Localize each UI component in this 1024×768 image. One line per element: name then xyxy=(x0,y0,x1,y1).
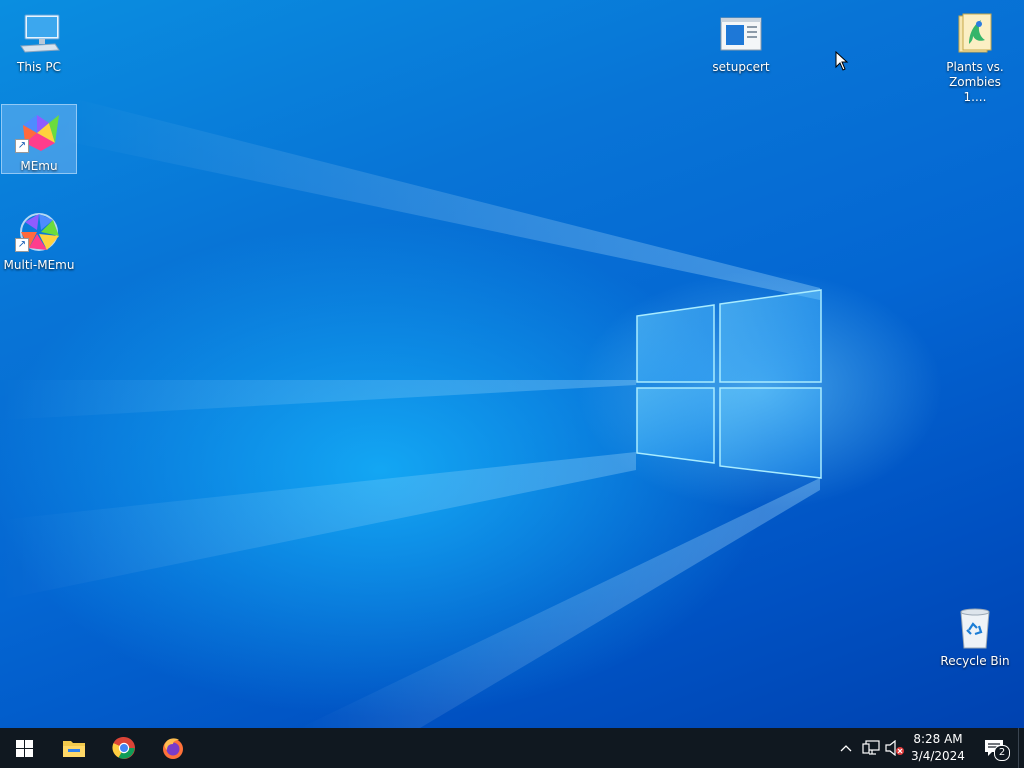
desktop-icon-label: Recycle Bin xyxy=(940,654,1010,668)
desktop-icon-label: MEmu xyxy=(20,159,58,173)
desktop-icon-label: setupcert xyxy=(712,60,770,74)
taskbar: 8:28 AM 3/4/2024 2 xyxy=(0,728,1024,768)
chrome-icon xyxy=(112,736,135,759)
notification-count-badge: 2 xyxy=(994,745,1010,761)
taskbar-file-explorer[interactable] xyxy=(50,728,98,768)
setupcert-icon xyxy=(717,10,765,58)
taskbar-firefox[interactable] xyxy=(149,728,197,768)
recycle-bin-icon xyxy=(951,604,999,652)
network-icon xyxy=(862,740,880,755)
desktop[interactable]: This PC ↗ MEmu ↗ Multi-MEmu setupcert Pl… xyxy=(0,0,1024,728)
action-center-button[interactable]: 2 xyxy=(978,728,1012,768)
multi-memu-icon: ↗ xyxy=(15,208,63,256)
desktop-icon-memu[interactable]: ↗ MEmu xyxy=(1,104,77,174)
network-button[interactable] xyxy=(860,728,882,768)
desktop-icon-label: Multi-MEmu xyxy=(3,258,75,272)
clock-time: 8:28 AM xyxy=(913,732,963,746)
desktop-icon-label: Plants vs. Zombies 1.... xyxy=(946,60,1004,104)
memu-icon: ↗ xyxy=(15,109,63,157)
volume-muted-icon xyxy=(885,740,904,756)
shortcut-arrow-icon: ↗ xyxy=(15,238,29,252)
windows-wallpaper-logo xyxy=(636,289,822,479)
desktop-icon-multi-memu[interactable]: ↗ Multi-MEmu xyxy=(1,204,77,274)
this-pc-icon xyxy=(15,10,63,58)
show-desktop-button[interactable] xyxy=(1018,728,1024,768)
desktop-icon-this-pc[interactable]: This PC xyxy=(1,6,77,76)
desktop-icon-label: This PC xyxy=(17,60,61,74)
mouse-cursor-icon xyxy=(835,51,849,71)
windows-logo-icon xyxy=(15,739,33,757)
wallpaper-rays xyxy=(0,100,822,728)
clock[interactable]: 8:28 AM 3/4/2024 xyxy=(906,731,970,765)
volume-button[interactable] xyxy=(884,728,906,768)
folder-icon xyxy=(951,10,999,58)
start-button[interactable] xyxy=(0,728,48,768)
chevron-up-icon xyxy=(840,745,852,752)
show-hidden-icons-button[interactable] xyxy=(836,728,856,768)
desktop-icon-plants-vs-zombies[interactable]: Plants vs. Zombies 1.... xyxy=(937,6,1013,104)
shortcut-arrow-icon: ↗ xyxy=(15,139,29,153)
firefox-icon xyxy=(163,738,183,759)
desktop-icon-recycle-bin[interactable]: Recycle Bin xyxy=(937,600,1013,670)
desktop-icon-setupcert[interactable]: setupcert xyxy=(703,6,779,76)
file-explorer-icon xyxy=(63,741,85,757)
clock-date: 3/4/2024 xyxy=(911,749,965,763)
taskbar-chrome[interactable] xyxy=(100,728,148,768)
